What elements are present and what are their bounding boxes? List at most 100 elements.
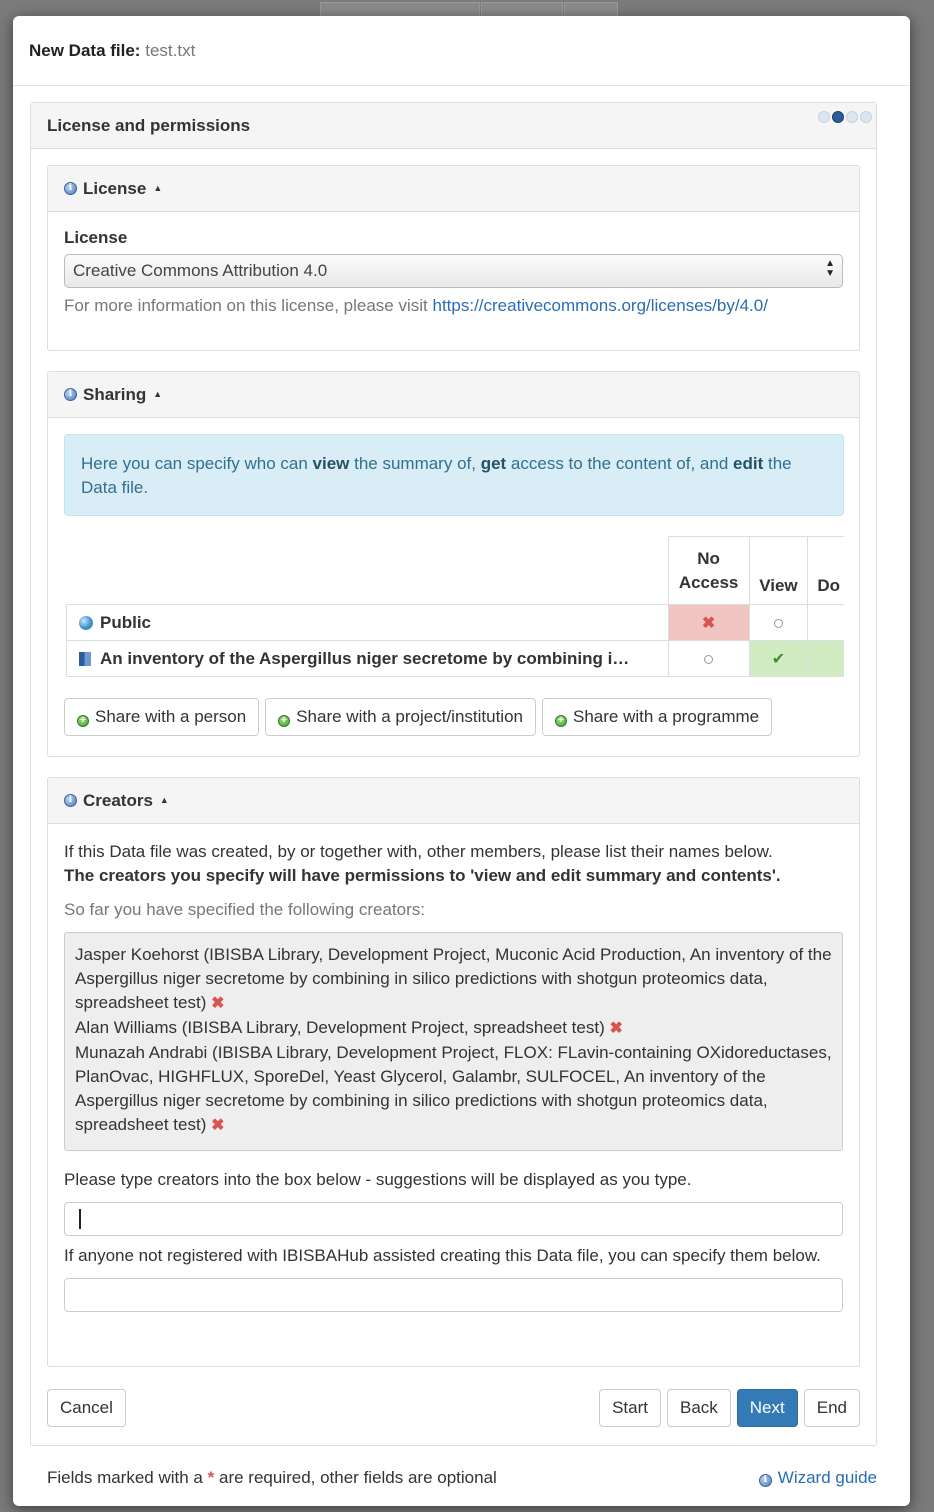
plus-icon: + — [555, 715, 567, 727]
creators-autocomplete-input[interactable] — [64, 1202, 843, 1236]
share-with-project-button[interactable]: + Share with a project/institution — [265, 698, 536, 736]
radio-empty-icon — [773, 618, 783, 628]
share-with-person-label: Share with a person — [95, 707, 247, 726]
column-view: View — [748, 536, 809, 605]
remove-creator-icon[interactable]: ✖ — [211, 1117, 224, 1134]
wizard-step-dot[interactable] — [860, 111, 872, 123]
background-button — [564, 2, 618, 16]
end-button[interactable]: End — [803, 1389, 860, 1427]
text-cursor — [79, 1209, 81, 1229]
check-icon: ✔ — [771, 650, 786, 668]
creator-name: Jasper Koehorst (IBISBA Library, Develop… — [75, 945, 832, 1012]
remove-creator-icon[interactable]: ✖ — [609, 1020, 622, 1037]
next-button[interactable]: Next — [736, 1389, 798, 1427]
no-access-radio[interactable] — [667, 640, 750, 677]
share-with-project-label: Share with a project/institution — [296, 707, 523, 726]
select-arrows-icon: ▲ ▼ — [825, 258, 835, 279]
caret-up-icon: ▲ — [153, 183, 163, 193]
wizard-section-title: License and permissions — [47, 116, 251, 135]
wizard-step-indicator — [818, 111, 872, 123]
wizard-nav-buttons: Start Back Next End — [599, 1389, 860, 1427]
sharing-panel: i Sharing ▲ Here you can specify who can… — [47, 371, 860, 757]
background-button — [481, 2, 563, 16]
unregistered-creators-hint: If anyone not registered with IBISBAHub … — [64, 1246, 821, 1265]
info-icon: i — [64, 388, 77, 401]
creators-intro: If this Data file was created, by or tog… — [64, 840, 843, 888]
share-with-programme-label: Share with a programme — [573, 707, 760, 726]
creators-panel-heading[interactable]: i Creators ▲ — [48, 778, 859, 824]
creator-name: Munazah Andrabi (IBISBA Library, Develop… — [75, 1043, 832, 1134]
start-button[interactable]: Start — [599, 1389, 661, 1427]
sharing-info-view: view — [312, 454, 350, 473]
creators-panel-title: Creators — [83, 791, 153, 810]
permissions-table-wrapper: No Access View Do Public ✖ An inventory … — [66, 536, 844, 678]
creators-intro-bold: The creators you specify will have permi… — [64, 866, 781, 885]
column-no-access: No Access — [667, 536, 750, 605]
sharing-info-text: Here you can specify who can — [81, 454, 313, 473]
info-icon: i — [64, 182, 77, 195]
sharing-info-text: the summary of, — [349, 454, 481, 473]
wizard-section-heading: License and permissions — [31, 103, 876, 149]
license-help-text: For more information on this license, pl… — [64, 296, 843, 316]
sharing-info-get: get — [480, 454, 507, 473]
wizard-step-dot[interactable] — [818, 111, 830, 123]
sharing-info-edit: edit — [733, 454, 764, 473]
permissions-header-spacer — [66, 536, 669, 605]
required-note-prefix: Fields marked with a — [47, 1468, 203, 1487]
permission-row-label: An inventory of the Aspergillus niger se… — [100, 648, 630, 668]
info-icon: i — [64, 794, 77, 807]
license-panel-heading[interactable]: i License ▲ — [48, 166, 859, 212]
license-select[interactable]: Creative Commons Attribution 4.0 ▲ ▼ — [64, 254, 843, 288]
creator-item: Jasper Koehorst (IBISBA Library, Develop… — [75, 943, 832, 1016]
license-panel: i License ▲ License Creative Commons Att… — [47, 165, 860, 351]
required-star: * — [207, 1468, 215, 1487]
license-link[interactable]: https://creativecommons.org/licenses/by/… — [433, 296, 768, 315]
wizard-step-dot-current[interactable] — [832, 111, 844, 123]
required-fields-note: Fields marked with a * are required, oth… — [47, 1468, 497, 1488]
modal-title-filename: test.txt — [145, 41, 196, 60]
permission-row-project: An inventory of the Aspergillus niger se… — [66, 640, 844, 677]
caret-up-icon: ▲ — [159, 795, 169, 805]
license-field-label: License — [64, 228, 128, 247]
license-select-value: Creative Commons Attribution 4.0 — [73, 261, 328, 280]
download-radio[interactable] — [807, 604, 844, 641]
creators-list: Jasper Koehorst (IBISBA Library, Develop… — [64, 932, 843, 1151]
creators-intro-text: If this Data file was created, by or tog… — [64, 842, 773, 861]
remove-creator-icon[interactable]: ✖ — [211, 995, 224, 1012]
creators-panel: i Creators ▲ If this Data file was creat… — [47, 777, 860, 1367]
caret-up-icon: ▲ — [153, 389, 163, 399]
sharing-info-alert: Here you can specify who can view the su… — [64, 434, 844, 516]
license-permissions-panel: License and permissions i License ▲ Lice… — [30, 102, 877, 1446]
column-no-access-line2: Access — [678, 572, 739, 592]
creator-item: Alan Williams (IBISBA Library, Developme… — [75, 1016, 832, 1041]
sharing-panel-title: Sharing — [83, 385, 147, 404]
permission-row-label-cell: An inventory of the Aspergillus niger se… — [66, 640, 669, 677]
creators-so-far: So far you have specified the following … — [64, 900, 425, 919]
wizard-guide-link[interactable]: Wizard guide — [778, 1468, 877, 1487]
sharing-panel-heading[interactable]: i Sharing ▲ — [48, 372, 859, 418]
view-radio[interactable] — [748, 604, 809, 641]
column-download: Do — [807, 536, 844, 605]
cancel-button[interactable]: Cancel — [47, 1389, 126, 1427]
back-button[interactable]: Back — [666, 1389, 731, 1427]
license-help-prefix: For more information on this license, pl… — [64, 296, 428, 315]
permission-row-public: Public ✖ — [66, 604, 844, 641]
background-search — [320, 2, 480, 16]
view-radio-selected[interactable]: ✔ — [748, 640, 809, 677]
wizard-step-dot[interactable] — [846, 111, 858, 123]
modal-header: New Data file: test.txt — [13, 16, 910, 86]
sharing-info-text: access to the content of, and — [506, 454, 734, 473]
permission-row-label-cell: Public — [66, 604, 669, 641]
download-radio[interactable] — [807, 640, 844, 677]
share-with-person-button[interactable]: + Share with a person — [64, 698, 260, 736]
share-with-programme-button[interactable]: + Share with a programme — [542, 698, 773, 736]
column-no-access-line1: No — [697, 548, 720, 568]
cross-icon: ✖ — [701, 614, 716, 632]
wizard-modal: New Data file: test.txt License and perm… — [13, 16, 910, 1506]
share-buttons: + Share with a person + Share with a proje… — [64, 698, 773, 736]
other-creators-input[interactable] — [64, 1278, 843, 1312]
info-icon: i — [758, 1474, 772, 1487]
no-access-radio-selected[interactable]: ✖ — [667, 604, 750, 641]
project-icon — [79, 651, 91, 666]
plus-icon: + — [77, 715, 89, 727]
